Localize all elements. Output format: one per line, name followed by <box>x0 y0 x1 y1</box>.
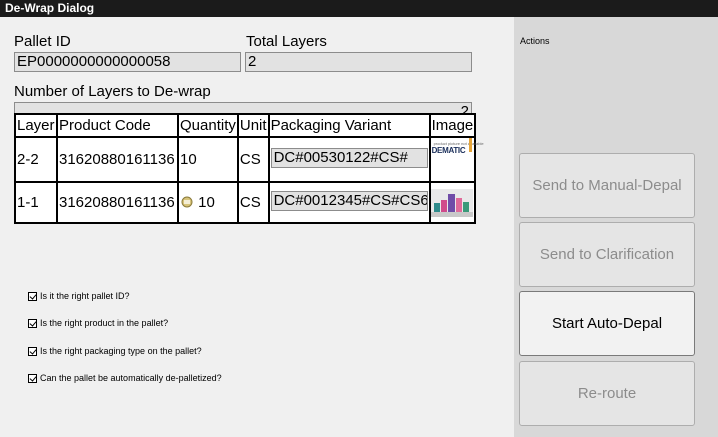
column-header-product-code: Product Code <box>56 113 179 138</box>
cell-unit: CS <box>236 181 270 224</box>
packaging-variant-field[interactable]: DC#0012345#CS#CS6 <box>270 190 428 211</box>
pallet-id-label: Pallet ID <box>14 33 71 50</box>
column-header-unit: Unit <box>236 113 270 138</box>
check-label: Can the pallet be automatically de-palle… <box>40 373 222 383</box>
column-header-packaging-variant: Packaging Variant <box>267 113 431 138</box>
check-auto-depal[interactable]: Can the pallet be automatically de-palle… <box>28 373 222 383</box>
total-layers-label: Total Layers <box>246 33 327 50</box>
window-title: De-Wrap Dialog <box>5 1 95 15</box>
cell-image <box>428 181 477 224</box>
column-header-image: Image <box>428 113 477 138</box>
layers-to-dewrap-label: Number of Layers to De-wrap <box>14 83 211 100</box>
product-thumbnail <box>430 188 473 217</box>
cell-quantity: 10 <box>177 136 239 183</box>
window-titlebar: De-Wrap Dialog <box>0 0 718 17</box>
cell-layer: 1-1 <box>14 181 58 224</box>
column-header-layer: Layer <box>14 113 58 138</box>
re-route-button[interactable]: Re-route <box>519 361 695 426</box>
checkbox[interactable] <box>28 318 37 328</box>
packaging-variant-field[interactable]: DC#00530122#CS# <box>270 147 428 168</box>
pallet-id-field[interactable]: EP0000000000000058 <box>14 52 241 72</box>
start-auto-depal-button[interactable]: Start Auto-Depal <box>519 291 695 356</box>
cell-image: product picture not available DEMATIC <box>428 136 484 183</box>
check-packaging-type[interactable]: Is the right packaging type on the palle… <box>28 346 202 356</box>
send-to-manual-depal-button[interactable]: Send to Manual-Depal <box>519 153 695 218</box>
total-layers-field[interactable]: 2 <box>245 52 472 72</box>
checkbox[interactable] <box>28 346 37 356</box>
cell-quantity: 10 <box>177 181 239 224</box>
table-header-row: Layer Product Code Quantity Unit Packagi… <box>14 113 477 138</box>
check-label: Is it the right pallet ID? <box>40 291 130 301</box>
cell-product-code: 31620880161136 <box>56 136 179 183</box>
logo-stripe <box>468 138 472 152</box>
note-icon <box>181 196 193 208</box>
quantity-value: 10 <box>198 194 215 211</box>
product-image <box>430 188 473 217</box>
checkbox[interactable] <box>28 373 37 383</box>
send-to-clarification-button[interactable]: Send to Clarification <box>519 222 695 287</box>
cell-layer: 2-2 <box>14 136 58 183</box>
check-right-product[interactable]: Is the right product in the pallet? <box>28 318 168 328</box>
check-label: Is the right packaging type on the palle… <box>40 346 202 356</box>
table-row[interactable]: 2-2 31620880161136 10 CS DC#00530122#CS#… <box>14 136 484 183</box>
cell-product-code: 31620880161136 <box>56 181 179 224</box>
cell-unit: CS <box>236 136 270 183</box>
actions-title: Actions <box>520 36 550 46</box>
table-row[interactable]: 1-1 31620880161136 10 CS DC#0012345#CS#C… <box>14 181 477 224</box>
dematic-logo: DEMATIC <box>431 146 466 155</box>
check-pallet-id[interactable]: Is it the right pallet ID? <box>28 291 130 301</box>
cell-packaging-variant: DC#0012345#CS#CS6 <box>267 181 431 224</box>
product-image: product picture not available DEMATIC <box>430 138 484 178</box>
column-header-quantity: Quantity <box>177 113 239 138</box>
check-label: Is the right product in the pallet? <box>40 318 169 328</box>
layers-table: Layer Product Code Quantity Unit Packagi… <box>14 113 484 224</box>
checkbox[interactable] <box>28 291 37 301</box>
cell-packaging-variant: DC#00530122#CS# <box>267 136 431 183</box>
